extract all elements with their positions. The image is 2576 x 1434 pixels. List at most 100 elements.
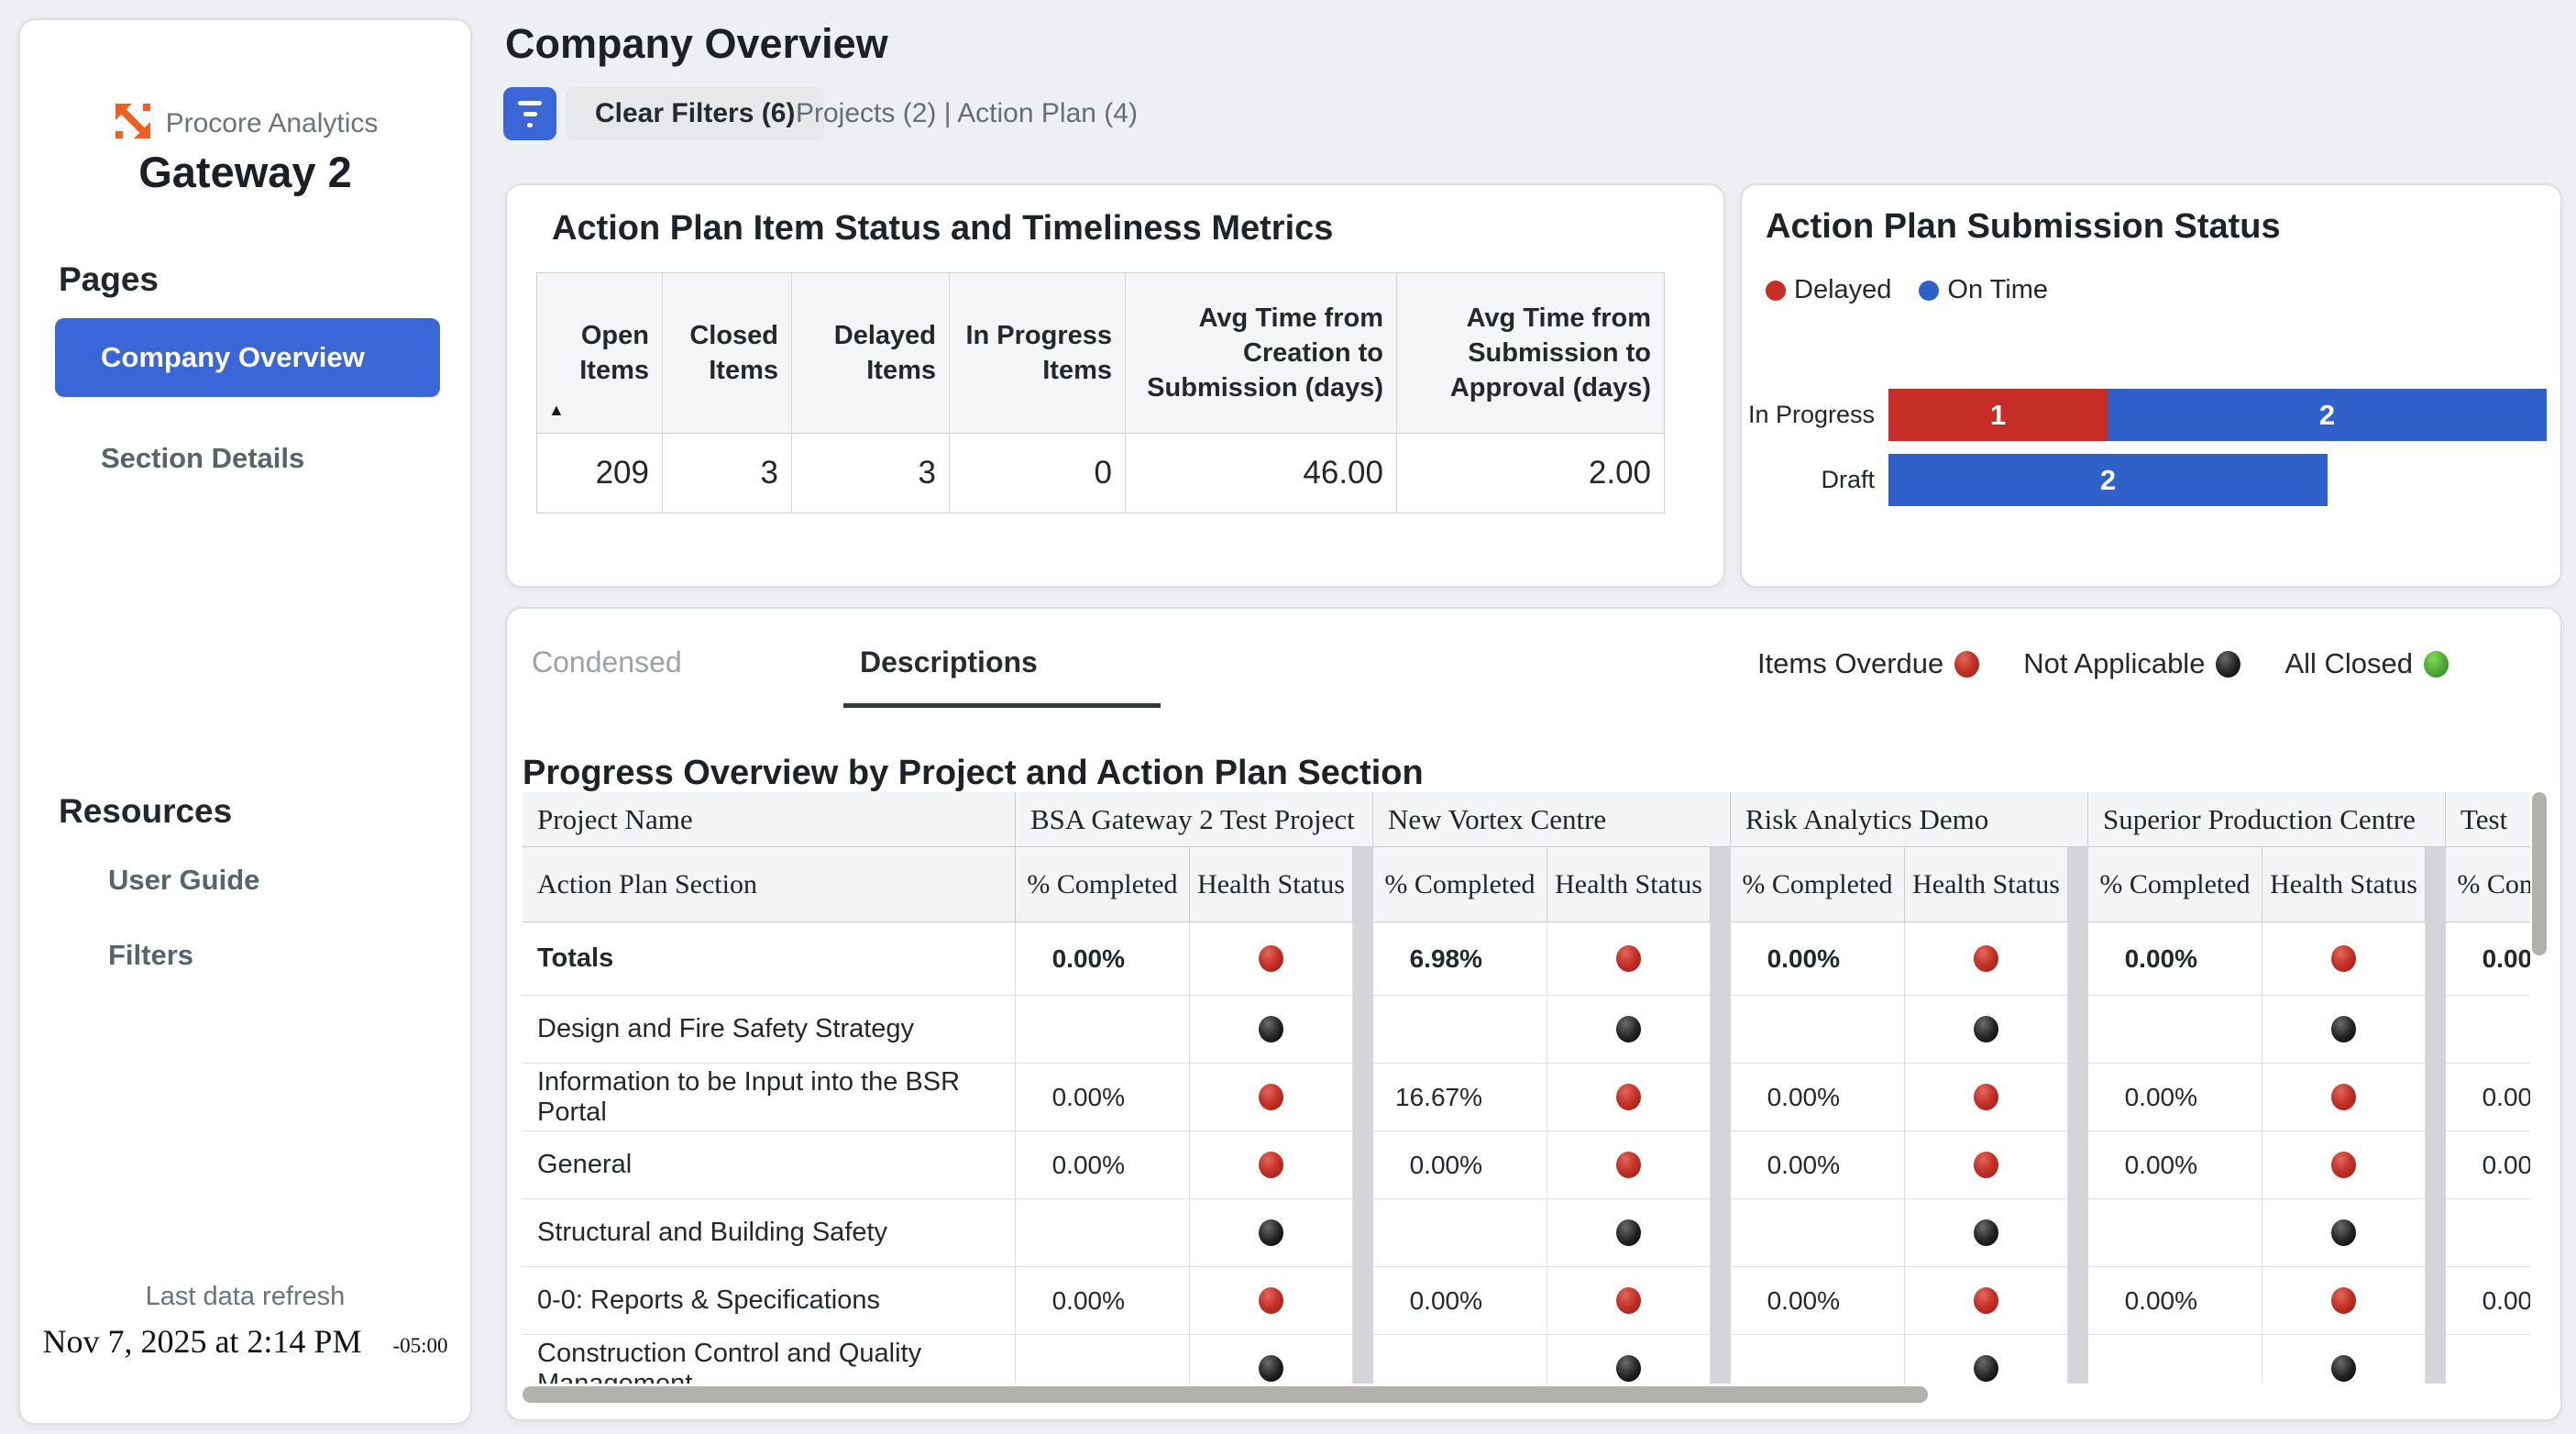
pct-completed-cell[interactable]: 0.00% [1731,1267,1905,1335]
pct-completed-cell[interactable]: 0.00% [1731,1131,1905,1199]
pct-completed-cell[interactable] [1373,996,1547,1064]
pct-completed-cell[interactable]: 16.67% [1373,1064,1547,1131]
health-status-cell[interactable] [1905,1064,2068,1131]
project-group-header[interactable]: BSA Gateway 2 Test Project [1016,792,1373,847]
health-status-cell[interactable] [1547,1335,1711,1384]
pct-completed-cell[interactable] [1016,1335,1190,1384]
health-status-cell[interactable] [2262,996,2426,1064]
pct-completed-cell[interactable]: 0.00% [2088,1267,2262,1335]
health-status-cell[interactable] [1190,1064,1353,1131]
metrics-column-header[interactable]: Delayed Items [792,273,950,434]
sidebar-item-filters[interactable]: Filters [108,939,193,972]
pct-completed-cell[interactable]: 6.98% [1373,922,1547,996]
health-status-cell[interactable] [2262,1199,2426,1267]
pct-completed-cell[interactable]: 0.00% [2088,1131,2262,1199]
section-label-cell[interactable]: Design and Fire Safety Strategy [523,996,1016,1064]
metrics-column-header[interactable]: Closed Items [663,273,792,434]
pct-completed-cell[interactable]: 0.00% [1731,922,1905,996]
pct-completed-cell[interactable] [1373,1199,1547,1267]
health-status-cell[interactable] [1547,1064,1711,1131]
section-label-cell[interactable]: Information to be Input into the BSR Por… [523,1064,1016,1131]
pct-completed-header[interactable]: % Completed [2446,847,2530,922]
pct-completed-cell[interactable] [2446,1199,2530,1267]
filter-icon-button[interactable] [503,87,556,140]
vertical-scrollbar[interactable] [2532,792,2547,955]
sidebar-item-company-overview[interactable]: Company Overview [55,318,440,397]
health-status-cell[interactable] [1905,1335,2068,1384]
metrics-column-header[interactable]: Avg Time from Submission to Approval (da… [1397,273,1664,434]
metrics-value-cell[interactable]: 46.00 [1126,434,1397,513]
metrics-value-cell[interactable]: 209 [537,434,663,513]
tab-descriptions[interactable]: Descriptions [860,645,1038,679]
pct-completed-cell[interactable]: 0.00% [1016,1267,1190,1335]
pct-completed-cell[interactable]: 0.00% [1373,1267,1547,1335]
pct-completed-cell[interactable]: 0.00% [1373,1131,1547,1199]
pct-completed-cell[interactable] [2088,1199,2262,1267]
pct-completed-cell[interactable] [1731,1199,1905,1267]
pct-completed-header[interactable]: % Completed [1731,847,1905,922]
pct-completed-cell[interactable] [1731,996,1905,1064]
project-group-header[interactable]: Superior Production Centre [2088,792,2446,847]
sidebar-item-section-details[interactable]: Section Details [101,442,304,475]
pct-completed-cell[interactable]: 0.00% [2446,922,2530,996]
pct-completed-cell[interactable] [1016,996,1190,1064]
pct-completed-cell[interactable]: 0.00% [2088,1064,2262,1131]
bar-segment[interactable]: 1 [1888,389,2108,441]
metrics-value-cell[interactable]: 0 [950,434,1126,513]
health-status-header[interactable]: Health Status [2262,847,2426,922]
health-status-cell[interactable] [2262,1131,2426,1199]
health-status-header[interactable]: Health Status [1905,847,2068,922]
horizontal-scrollbar[interactable] [523,1386,1928,1403]
tab-condensed[interactable]: Condensed [532,645,682,679]
pct-completed-header[interactable]: % Completed [1016,847,1190,922]
pct-completed-cell[interactable] [2446,996,2530,1064]
pct-completed-cell[interactable] [2088,996,2262,1064]
health-status-cell[interactable] [1905,1267,2068,1335]
sort-ascending-icon[interactable]: ▲ [548,400,565,422]
pct-completed-cell[interactable]: 0.00% [2446,1267,2530,1335]
section-label-cell[interactable]: Structural and Building Safety [523,1199,1016,1267]
metrics-column-header[interactable]: Avg Time from Creation to Submission (da… [1126,273,1397,434]
section-label-cell[interactable]: 0-0: Reports & Specifications [523,1267,1016,1335]
health-status-cell[interactable] [1547,1131,1711,1199]
pct-completed-cell[interactable] [1373,1335,1547,1384]
health-status-header[interactable]: Health Status [1190,847,1353,922]
health-status-cell[interactable] [1547,1199,1711,1267]
bar-segment[interactable]: 2 [1888,454,2328,506]
metrics-column-header[interactable]: In Progress Items [950,273,1126,434]
health-status-cell[interactable] [1905,1199,2068,1267]
clear-filters-button[interactable]: Clear Filters (6) [566,87,824,140]
metrics-value-cell[interactable]: 3 [792,434,950,513]
pct-completed-cell[interactable]: 0.00% [2446,1064,2530,1131]
health-status-cell[interactable] [1190,996,1353,1064]
pct-completed-cell[interactable] [1016,1199,1190,1267]
health-status-cell[interactable] [1190,1335,1353,1384]
pct-completed-header[interactable]: % Completed [1373,847,1547,922]
project-group-header[interactable]: Risk Analytics Demo [1731,792,2088,847]
section-label-cell[interactable]: Construction Control and Quality Managem… [523,1335,1016,1384]
sidebar-item-user-guide[interactable]: User Guide [108,864,259,897]
health-status-cell[interactable] [1905,996,2068,1064]
pct-completed-cell[interactable]: 0.00% [1731,1064,1905,1131]
project-group-header[interactable]: Test [2446,792,2530,847]
health-status-cell[interactable] [1190,1267,1353,1335]
metrics-column-header[interactable]: Open Items▲ [537,273,663,434]
health-status-cell[interactable] [1190,1131,1353,1199]
health-status-cell[interactable] [1905,922,2068,996]
project-group-header[interactable]: New Vortex Centre [1373,792,1731,847]
health-status-cell[interactable] [2262,922,2426,996]
health-status-cell[interactable] [1547,922,1711,996]
section-label-cell[interactable]: Totals [523,922,1016,996]
health-status-cell[interactable] [2262,1335,2426,1384]
pct-completed-cell[interactable]: 0.00% [1016,1131,1190,1199]
bar-segment[interactable]: 2 [2108,389,2547,441]
corner-project-name-header[interactable]: Project Name [523,792,1016,847]
health-status-cell[interactable] [1190,922,1353,996]
health-status-cell[interactable] [1547,996,1711,1064]
pct-completed-cell[interactable] [2088,1335,2262,1384]
health-status-cell[interactable] [2262,1267,2426,1335]
section-label-cell[interactable]: General [523,1131,1016,1199]
corner-section-header[interactable]: Action Plan Section [523,847,1016,922]
health-status-header[interactable]: Health Status [1547,847,1711,922]
health-status-cell[interactable] [1905,1131,2068,1199]
